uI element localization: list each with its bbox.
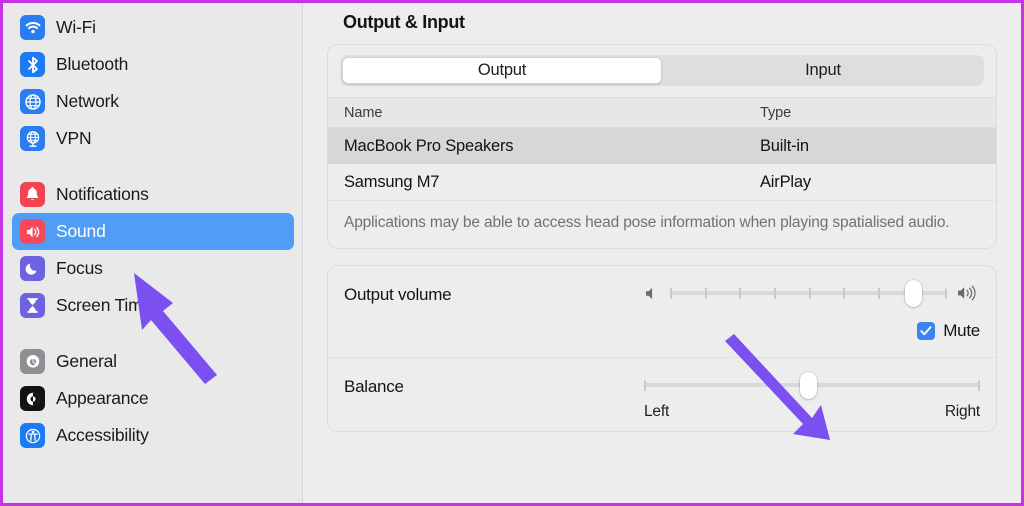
output-volume-slider-line	[644, 279, 980, 307]
mute-row[interactable]: Mute	[644, 304, 980, 357]
sidebar-item-notifications[interactable]: Notifications	[12, 176, 294, 213]
sidebar-item-network[interactable]: Network	[12, 83, 294, 120]
sidebar-item-label: Notifications	[56, 184, 149, 204]
system-settings-window: Wi-Fi Bluetooth Network VPN Notification…	[0, 0, 1024, 506]
column-header-type[interactable]: Type	[760, 105, 996, 121]
balance-label: Balance	[344, 377, 404, 396]
output-volume-track[interactable]	[670, 279, 947, 307]
output-volume-thumb[interactable]	[905, 279, 923, 307]
sidebar-item-label: Appearance	[56, 388, 149, 408]
balance-right-label: Right	[944, 403, 980, 420]
speaker-high-icon	[956, 285, 980, 301]
table-note: Applications may be able to access head …	[328, 200, 996, 248]
sidebar-group-spacer	[12, 157, 294, 176]
track-cap-right	[945, 287, 947, 299]
device-name: Samsung M7	[344, 172, 440, 191]
table-row[interactable]: Samsung M7 AirPlay	[328, 164, 996, 200]
sidebar-item-appearance[interactable]: Appearance	[12, 380, 294, 417]
sidebar-item-accessibility[interactable]: Accessibility	[12, 417, 294, 454]
output-input-segmented-control[interactable]: Output Input	[340, 55, 984, 86]
volume-tick	[843, 287, 846, 299]
sidebar-item-sound[interactable]: Sound	[12, 213, 294, 250]
sidebar-item-focus[interactable]: Focus	[12, 250, 294, 287]
gear-icon	[20, 349, 45, 374]
sidebar-item-label: Network	[56, 91, 119, 111]
volume-tick	[877, 287, 880, 299]
balance-end-labels: Left Right	[644, 396, 980, 421]
volume-tick	[808, 287, 811, 299]
speaker-icon	[20, 219, 45, 244]
appearance-contrast-icon	[20, 386, 45, 411]
sidebar-item-screen-time[interactable]: Screen Time	[12, 287, 294, 324]
speaker-low-icon	[644, 286, 661, 301]
sidebar-item-label: Focus	[56, 258, 103, 278]
output-volume-row: Output volume Mute	[328, 266, 996, 357]
device-table[interactable]: Name Type MacBook Pro Speakers Built-in …	[328, 97, 996, 200]
tab-output[interactable]: Output	[342, 57, 662, 84]
table-header-row: Name Type	[328, 97, 996, 128]
bell-icon	[20, 182, 45, 207]
page-title: Output & Input	[343, 12, 465, 32]
globe-icon	[20, 89, 45, 114]
hourglass-icon	[20, 293, 45, 318]
volume-tick	[739, 287, 742, 299]
sidebar-item-label: Wi-Fi	[56, 17, 96, 37]
main-content: Output & Input Output Input Name Type Ma…	[303, 3, 1021, 503]
table-row[interactable]: MacBook Pro Speakers Built-in	[328, 128, 996, 164]
device-type: AirPlay	[760, 172, 811, 191]
volume-tick	[704, 287, 707, 299]
volume-balance-card: Output volume Mute Balance Left Right	[327, 265, 997, 432]
sidebar-group-spacer	[12, 324, 294, 343]
mute-checkbox[interactable]	[917, 322, 936, 340]
sidebar-item-vpn[interactable]: VPN	[12, 120, 294, 157]
output-volume-label: Output volume	[344, 285, 452, 304]
mute-label: Mute	[943, 321, 980, 340]
balance-thumb[interactable]	[800, 371, 818, 399]
track-cap-left	[644, 379, 646, 391]
sidebar-item-label: Accessibility	[56, 425, 149, 445]
settings-sidebar: Wi-Fi Bluetooth Network VPN Notification…	[3, 3, 303, 503]
device-name: MacBook Pro Speakers	[344, 136, 514, 155]
output-volume-area: Mute	[644, 279, 980, 357]
sidebar-item-bluetooth[interactable]: Bluetooth	[12, 46, 294, 83]
sidebar-item-label: Screen Time	[56, 295, 153, 315]
track-cap-right	[978, 379, 980, 391]
moon-icon	[20, 256, 45, 281]
tab-input[interactable]: Input	[664, 57, 982, 84]
balance-area: Left Right	[644, 371, 980, 421]
sidebar-item-label: Bluetooth	[56, 54, 129, 74]
device-type: Built-in	[760, 136, 809, 155]
wifi-icon	[20, 15, 45, 40]
column-header-name[interactable]: Name	[328, 105, 760, 121]
balance-row: Balance Left Right	[328, 358, 996, 431]
output-devices-card: Output Input Name Type MacBook Pro Speak…	[327, 44, 997, 249]
volume-tick	[773, 287, 776, 299]
balance-left-label: Left	[644, 403, 670, 420]
accessibility-person-icon	[20, 423, 45, 448]
sidebar-item-label: VPN	[56, 128, 92, 148]
balance-track[interactable]	[644, 371, 980, 399]
segmented-control-wrap: Output Input	[328, 45, 996, 97]
bluetooth-icon	[20, 52, 45, 77]
sidebar-item-label: Sound	[56, 221, 106, 241]
balance-slider-line	[644, 371, 980, 399]
sidebar-item-wi-fi[interactable]: Wi-Fi	[12, 9, 294, 46]
sidebar-item-label: General	[56, 351, 117, 371]
vpn-globe-icon	[20, 126, 45, 151]
sidebar-item-general[interactable]: General	[12, 343, 294, 380]
track-cap-left	[670, 287, 672, 299]
